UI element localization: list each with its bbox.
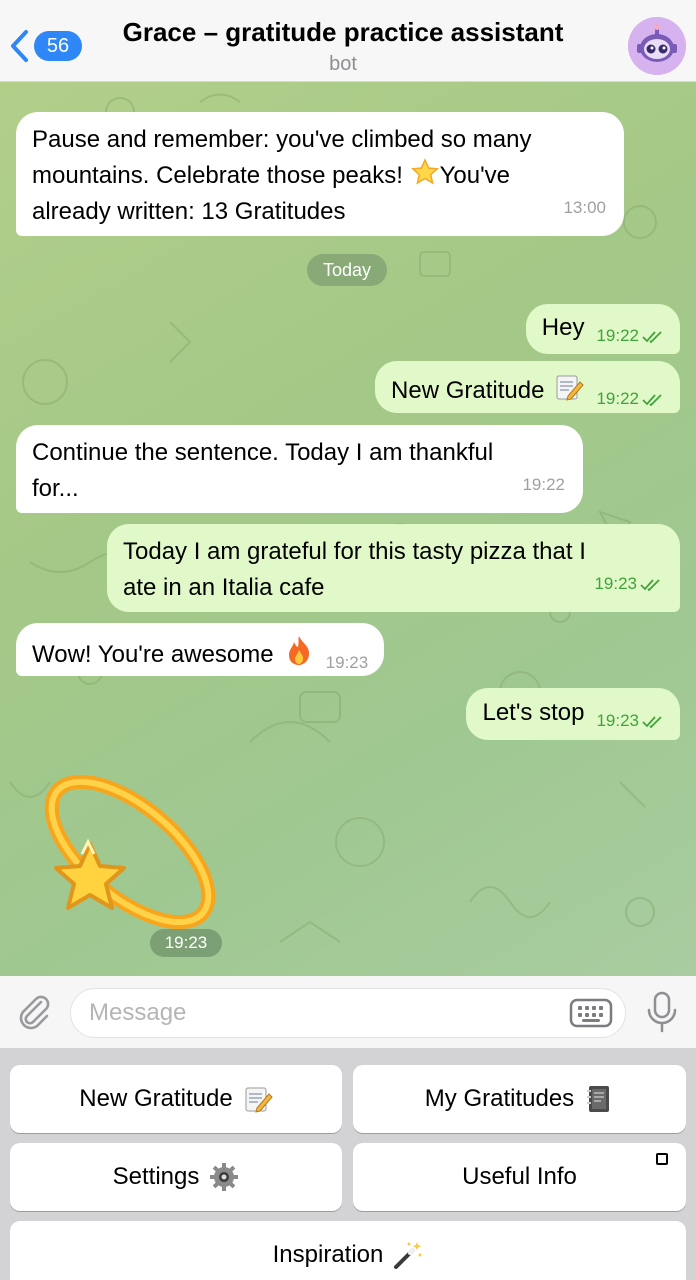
keyboard-icon[interactable] — [569, 997, 613, 1029]
chat-header: 56 Grace – gratitude practice assistant … — [0, 0, 696, 82]
double-check-icon — [642, 393, 662, 406]
fire-emoji-icon — [288, 636, 309, 665]
shooting-star-sticker[interactable] — [30, 762, 220, 942]
message-time: 19:23 — [594, 574, 637, 593]
notebook-emoji-icon — [587, 1086, 610, 1112]
chat-subtitle: bot — [329, 53, 357, 75]
settings-button[interactable]: Settings — [10, 1143, 342, 1211]
message-time: 19:23 — [325, 653, 369, 672]
chat-title: Grace – gratitude practice assistant — [122, 17, 564, 47]
message-time: 19:22 — [596, 326, 639, 345]
chevron-left-icon — [11, 30, 28, 62]
bot-reply-keyboard: New Gratitude My Gratitudes Settings Use… — [0, 1048, 696, 1280]
message-text: Pause and remember: you've climbed so ma… — [32, 126, 532, 225]
message-text: Let's stop — [482, 699, 585, 726]
message-input[interactable] — [71, 989, 551, 1037]
message-text: Wow! You're awesome — [32, 641, 274, 668]
useful-info-label: Useful Info — [462, 1163, 577, 1190]
gear-icon — [210, 1163, 239, 1191]
message-text: Hey — [541, 314, 585, 341]
settings-label: Settings — [112, 1163, 200, 1190]
message-time: 19:23 — [596, 711, 639, 730]
microphone-icon[interactable] — [642, 990, 682, 1034]
inspiration-label: Inspiration — [272, 1241, 384, 1268]
new-gratitude-label: New Gratitude — [79, 1085, 233, 1112]
incoming-message[interactable]: Continue the sentence. Today I am thankf… — [16, 425, 583, 513]
message-field — [70, 988, 626, 1038]
my-gratitudes-label: My Gratitudes — [424, 1085, 575, 1112]
message-time: 13:00 — [563, 198, 606, 217]
chat-title-area[interactable]: Grace – gratitude practice assistant bot — [90, 14, 596, 76]
message-text: Today I am grateful for this tasty pizza… — [123, 538, 586, 601]
double-check-icon — [642, 330, 662, 343]
memo-emoji-icon — [245, 1087, 273, 1113]
message-composer — [0, 976, 696, 1048]
outgoing-message[interactable]: New Gratitude 19:22 — [375, 361, 680, 413]
outgoing-message[interactable]: Let's stop 19:23 — [466, 688, 680, 740]
date-separator: Today — [307, 254, 387, 286]
double-check-icon — [642, 715, 662, 728]
message-text: New Gratitude — [391, 377, 545, 404]
inspiration-button[interactable]: Inspiration — [10, 1221, 686, 1280]
message-time: 19:22 — [522, 475, 565, 494]
message-list[interactable]: Pause and remember: you've climbed so ma… — [0, 82, 696, 976]
back-button[interactable]: 56 — [8, 26, 82, 66]
magic-wand-emoji-icon — [394, 1242, 422, 1269]
incoming-message[interactable]: Pause and remember: you've climbed so ma… — [16, 112, 624, 236]
robot-avatar-icon — [628, 17, 686, 75]
bot-avatar[interactable] — [628, 17, 686, 75]
outgoing-message[interactable]: Today I am grateful for this tasty pizza… — [107, 524, 680, 612]
unread-count-badge: 56 — [34, 31, 82, 61]
useful-info-button[interactable]: Useful Info — [353, 1143, 686, 1211]
incoming-message[interactable]: Wow! You're awesome 19:23 — [16, 623, 385, 676]
glowing-star-emoji-icon — [410, 158, 439, 185]
memo-emoji-icon — [556, 375, 585, 401]
outgoing-message[interactable]: Hey 19:22 — [525, 304, 680, 354]
new-gratitude-button[interactable]: New Gratitude — [10, 1065, 342, 1133]
my-gratitudes-button[interactable]: My Gratitudes — [353, 1065, 686, 1133]
paperclip-icon[interactable] — [14, 992, 54, 1032]
sticker-time: 19:23 — [150, 929, 222, 957]
message-time: 19:22 — [596, 389, 639, 408]
message-text: Continue the sentence. Today I am thankf… — [32, 439, 494, 502]
web-app-icon — [656, 1153, 668, 1165]
double-check-icon — [640, 578, 660, 591]
